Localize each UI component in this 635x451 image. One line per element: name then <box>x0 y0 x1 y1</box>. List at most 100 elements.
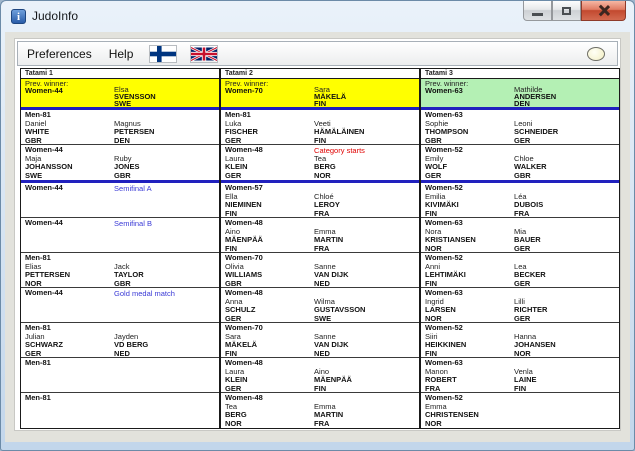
athlete-left: TeaBERGNOR <box>225 403 247 428</box>
athlete-country: GBR <box>225 280 262 288</box>
athlete-right: AinoMÄENPÄÄFIN <box>314 368 352 393</box>
athlete-country: NOR <box>425 420 479 428</box>
athlete-country: NOR <box>314 172 336 180</box>
match-category: Women-63 <box>425 359 619 367</box>
athlete-right: WilmaGUSTAVSSONSWE <box>314 298 365 323</box>
match-category: Women-52 <box>425 146 619 154</box>
athlete-country: NOR <box>225 420 247 428</box>
match-row: Women-52SiiriHEIKKINENFINHannaJOHANSENNO… <box>421 323 619 358</box>
match-category: Men-81 <box>225 111 419 119</box>
match-category: Women-52 <box>425 254 619 262</box>
menubar: Preferences Help <box>17 41 618 66</box>
match-row: Women-48LauraKLEINGERAinoMÄENPÄÄFIN <box>221 358 419 393</box>
prev-winner-name: SaraMÄKELÄFIN <box>314 86 346 107</box>
athlete-country: GBR <box>114 280 144 288</box>
athlete-country: DEN <box>514 100 556 107</box>
maximize-button[interactable] <box>552 1 581 21</box>
match-category: Men-81 <box>25 254 219 262</box>
titlebar[interactable]: i JudoInfo <box>1 1 634 32</box>
athlete-left: SaraMÄKELÄFIN <box>225 333 257 358</box>
athlete-country: GER <box>225 315 255 323</box>
match-row: Women-48AinoMÄENPÄÄFINEmmaMARTINFRA <box>221 218 419 253</box>
match-category: Women-44 <box>25 146 219 154</box>
match-row: Men-81EliasPETTERSENNORJackTAYLORGBR <box>21 253 219 288</box>
athlete-country: GBR <box>25 137 49 145</box>
match-category: Women-63 <box>425 111 619 119</box>
client-area: Preferences Help Tatami 1 Prev. winner:Wo… <box>5 32 630 442</box>
match-category: Women-63 <box>425 219 619 227</box>
menu-help[interactable]: Help <box>109 47 134 61</box>
athlete-country: NED <box>114 350 148 358</box>
match-row: Women-52AnniLEHTIMÄKIFINLeaBECKERGER <box>421 253 619 288</box>
athlete-right: SanneVAN DIJKNED <box>314 263 348 288</box>
match-note: Semifinal B <box>114 220 152 228</box>
athlete-right: SanneVAN DIJKNED <box>314 333 348 358</box>
athlete-country: GER <box>225 172 248 180</box>
athlete-country: FIN <box>425 350 466 358</box>
close-button[interactable] <box>581 1 626 21</box>
finland-flag-icon[interactable] <box>150 46 176 62</box>
match-category: Women-70 <box>225 324 419 332</box>
athlete-right: LeoniSCHNEIDERGER <box>514 120 558 145</box>
match-row: Women-44MajaJOHANSSONSWERubyJONESGBR <box>21 145 219 180</box>
athlete-left: DanielWHITEGBR <box>25 120 49 145</box>
athlete-country: GER <box>514 315 547 323</box>
minimize-button[interactable] <box>523 1 552 21</box>
tatami-header: Tatami 1 <box>21 69 219 79</box>
match-row: Women-63IngridLARSENNORLilliRICHTERGER <box>421 288 619 323</box>
athlete-country: GER <box>514 280 546 288</box>
athlete-country: FRA <box>514 210 543 218</box>
athlete-country: FIN <box>425 280 466 288</box>
match-row: Women-70OliviaWILLIAMSGBRSanneVAN DIJKNE… <box>221 253 419 288</box>
match-category: Women-70 <box>225 254 419 262</box>
match-row: Women-52EmiliaKIVIMÄKIFINLéaDUBOISFRA <box>421 183 619 218</box>
match-row: Women-63SophieTHOMPSONGBRLeoniSCHNEIDERG… <box>421 110 619 145</box>
athlete-right: TeaBERGNOR <box>314 155 336 180</box>
athlete-country: NOR <box>25 280 70 288</box>
athlete-right: MiaBAUERGER <box>514 228 541 253</box>
athlete-country: GBR <box>114 172 139 180</box>
athlete-left: EmmaCHRISTENSENNOR <box>425 403 479 428</box>
tatami-column: Tatami 3Prev. winner:Women-63MathildeAND… <box>419 69 619 428</box>
athlete-country: NED <box>314 350 348 358</box>
match-row: Women-48AnnaSCHULZGERWilmaGUSTAVSSONSWE <box>221 288 419 323</box>
athlete-left: AinoMÄENPÄÄFIN <box>225 228 263 253</box>
athlete-country: GER <box>25 350 63 358</box>
athlete-right: EmmaMARTINFRA <box>314 228 343 253</box>
tatami-header: Tatami 3 <box>421 69 619 79</box>
match-row: Women-48TeaBERGNOR EmmaMARTINFRA <box>221 393 419 428</box>
athlete-country: FRA <box>314 245 343 253</box>
match-row: Women-48Category startsLauraKLEINGERTeaB… <box>221 145 419 180</box>
match-row: Women-63NoraKRISTIANSENNORMiaBAUERGER <box>421 218 619 253</box>
menu-preferences[interactable]: Preferences <box>27 47 92 61</box>
match-category: Women-48 <box>225 394 419 402</box>
athlete-left: EmilyWOLFGER <box>425 155 447 180</box>
athlete-right: VenlaLAINEFIN <box>514 368 537 393</box>
window-title: JudoInfo <box>32 9 78 23</box>
athlete-left: IngridLARSENNOR <box>425 298 456 323</box>
athlete-country: FIN <box>225 350 257 358</box>
match-row: Women-44Gold medal match <box>21 288 219 323</box>
athlete-right: MagnusPETERSENDEN <box>114 120 154 145</box>
athlete-right: LéaDUBOISFRA <box>514 193 543 218</box>
match-note: Gold medal match <box>114 290 175 298</box>
match-row: Men-81 <box>21 393 219 428</box>
athlete-country: NOR <box>425 245 476 253</box>
athlete-country: NED <box>314 280 348 288</box>
athlete-right: LeaBECKERGER <box>514 263 546 288</box>
athlete-left: LauraKLEINGER <box>225 368 248 393</box>
match-row: Women-70SaraMÄKELÄFIN SanneVAN DIJKNED <box>221 323 419 358</box>
athlete-country: SWE <box>314 315 365 323</box>
athlete-right: JackTAYLORGBR <box>114 263 144 288</box>
athlete-right: EmmaMARTINFRA <box>314 403 343 428</box>
athlete-right: ChloeWALKERGBR <box>514 155 547 180</box>
athlete-country: GBR <box>514 172 547 180</box>
app-icon: i <box>11 9 26 24</box>
match-row: Women-57EllaNIEMINENFINChloéLEROYFRA <box>221 183 419 218</box>
union-jack-flag-icon[interactable] <box>191 46 217 62</box>
status-lamp-icon[interactable] <box>587 47 605 61</box>
athlete-country: NOR <box>514 350 556 358</box>
prev-winner-block: Prev. winner:Women-63MathildeANDERSENDEN <box>421 79 619 107</box>
match-row: Women-52EmmaCHRISTENSENNOR <box>421 393 619 428</box>
athlete-country: FIN <box>314 137 364 145</box>
